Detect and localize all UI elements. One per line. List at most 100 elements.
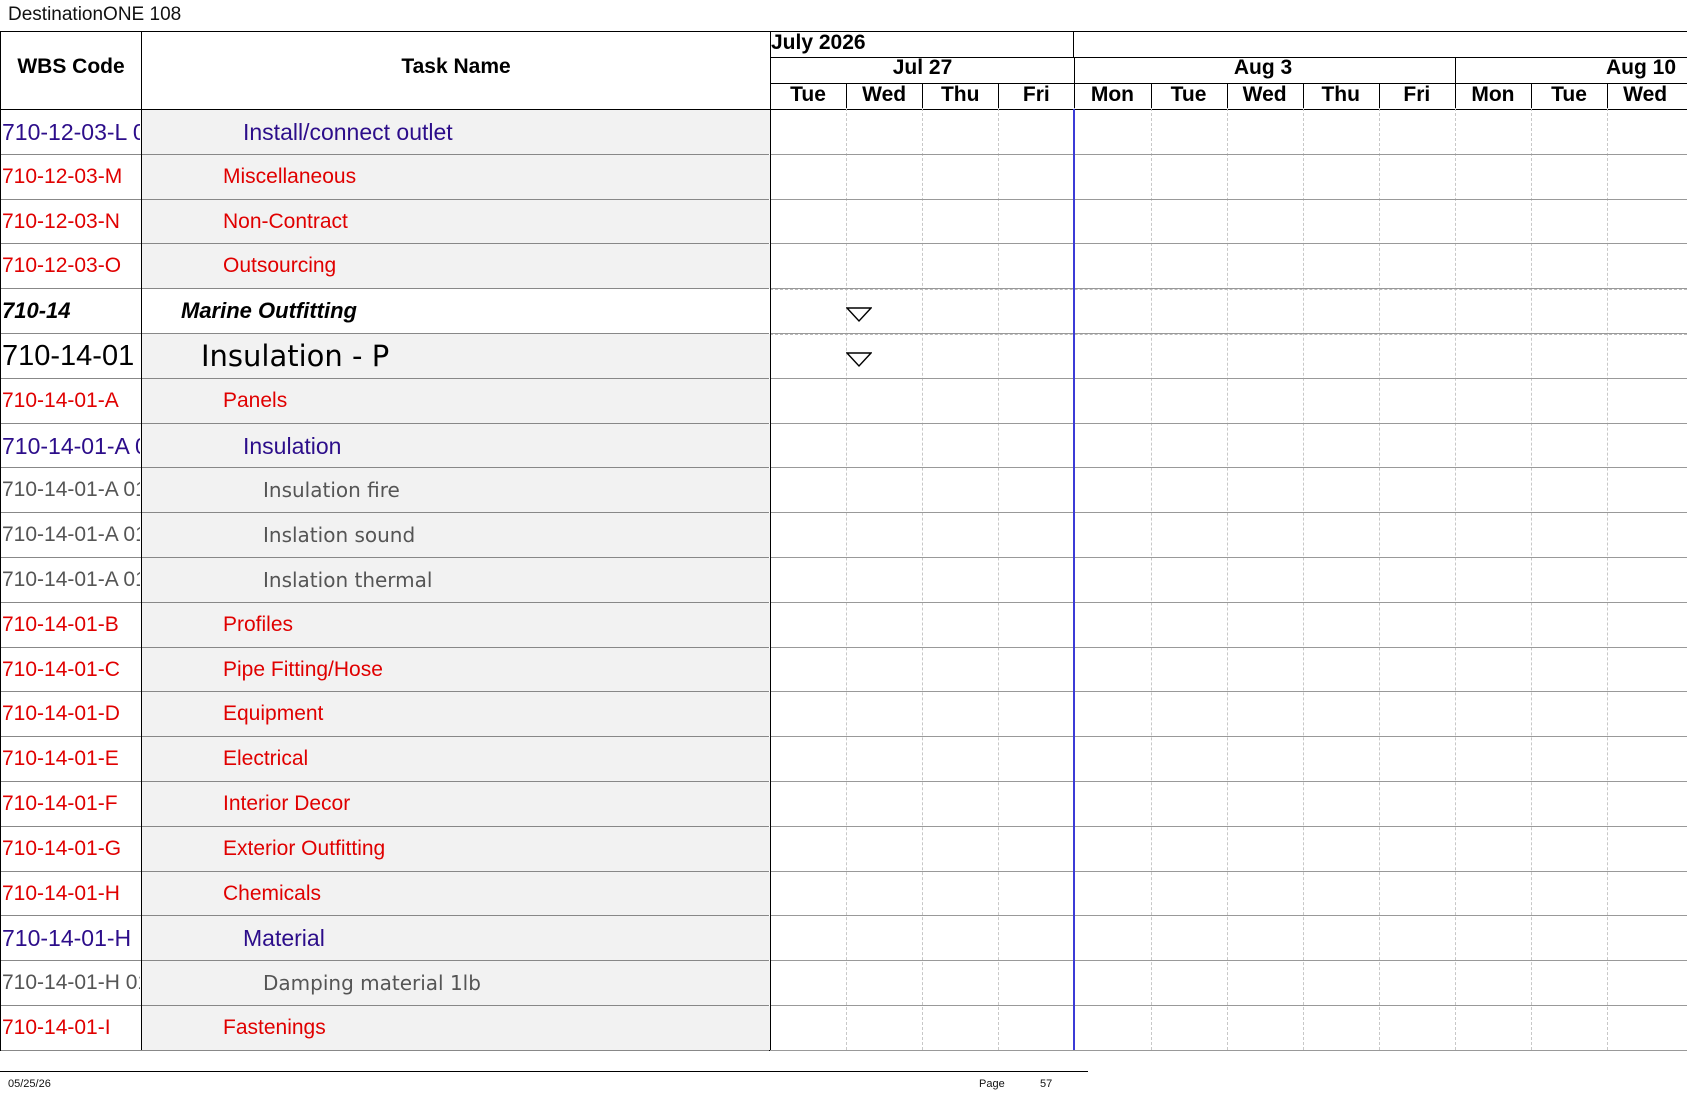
wbs-code: 710-14	[2, 298, 71, 324]
gantt-row	[770, 244, 1687, 290]
table-row[interactable]: 710-14-01-H Material	[1, 916, 770, 962]
table-row[interactable]: 710-14-01-H Chemicals	[1, 871, 770, 917]
week-label-aug10: Aug 10	[1605, 56, 1676, 79]
wbs-code: 710-12-03-O	[2, 254, 122, 278]
task-name: Profiles	[223, 612, 294, 636]
table-row[interactable]: 710-12-03-L 0 Install/connect outlet	[1, 110, 770, 155]
week-label-jul27: Jul 27	[892, 56, 953, 79]
day-header-divider	[1226, 84, 1228, 109]
task-name: Marine Outfitting	[181, 298, 357, 324]
day-label: Tue	[1551, 83, 1587, 106]
wbs-code: 710-14-01-A 01	[2, 478, 140, 502]
gantt-row	[770, 424, 1687, 469]
day-header-divider	[1531, 84, 1532, 109]
task-name: Panels	[223, 388, 288, 412]
task-name: Electrical	[223, 747, 309, 771]
wbs-code: 710-14-01-A 01	[2, 523, 140, 547]
task-name: Material	[243, 925, 325, 952]
table-row[interactable]: 710-14-01-B Profiles	[1, 602, 770, 648]
day-header-divider	[998, 84, 1000, 109]
day-header-divider	[1607, 84, 1609, 109]
task-cell	[142, 558, 770, 602]
task-name: Damping material 1lb	[263, 971, 481, 996]
task-column-header[interactable]: Task Name	[142, 55, 770, 79]
day-header-divider	[1302, 84, 1304, 109]
day-label: Tue	[1170, 83, 1207, 106]
table-row[interactable]: 710-14-01-E Electrical	[1, 737, 770, 782]
table-row[interactable]: 710-14-01 Insulation - P	[1, 334, 770, 379]
month-label: July 2026	[771, 31, 866, 54]
footer-date: 05/25/26	[8, 1078, 51, 1090]
wbs-code: 710-12-03-L 0	[2, 119, 140, 145]
day-header-divider	[922, 84, 924, 109]
month-divider	[771, 57, 1687, 58]
day-header-divider	[1378, 84, 1380, 109]
footer-rule	[0, 1071, 1088, 1072]
wbs-task-divider	[141, 31, 142, 1050]
task-cell	[142, 423, 770, 468]
task-name: Insulation fire	[263, 478, 400, 503]
table-row[interactable]: 710-14-01-F Interior Decor	[1, 782, 770, 827]
gantt-row	[770, 782, 1687, 827]
task-name: Chemicals	[223, 881, 322, 905]
wbs-code: 710-14-01-H 01	[2, 971, 140, 995]
wbs-code: 710-14-01-C	[2, 657, 120, 681]
day-label: Thu	[940, 83, 980, 106]
task-cell	[142, 468, 770, 513]
wbs-code: 710-14-01	[2, 340, 135, 372]
table-row[interactable]: 710-12-03-O Outsourcing	[1, 244, 770, 290]
gantt-row	[770, 916, 1687, 962]
task-name: Non-Contract	[223, 209, 348, 233]
gantt-row	[770, 603, 1687, 648]
task-name: Insulation - P	[201, 339, 390, 373]
task-name: Inslation sound	[263, 523, 416, 548]
task-name: Fastenings	[223, 1016, 326, 1039]
table-row[interactable]: 710-14-01-G Exterior Outfitting	[1, 826, 770, 872]
gantt-row	[770, 200, 1687, 245]
wbs-code: 710-14-01-A	[2, 388, 119, 412]
footer-page-number: 57	[1040, 1078, 1053, 1090]
table-row[interactable]: 710-14-01-C Pipe Fitting/Hose	[1, 647, 770, 693]
wbs-code: 710-14-01-H	[2, 881, 120, 905]
table-row[interactable]: 710-12-03-M Miscellaneous	[1, 154, 770, 200]
table-row[interactable]: 710-14-01-A Panels	[1, 378, 770, 424]
gantt-row	[770, 737, 1687, 782]
table-row[interactable]: 710-14-01-A 0 Insulation	[1, 423, 770, 469]
wbs-code: 710-14-01-I	[2, 1016, 111, 1039]
gantt-row	[770, 334, 1687, 379]
gantt-row	[770, 648, 1687, 693]
table-row[interactable]: 710-14-01-A 01 Insulation fire	[1, 468, 770, 514]
table-row[interactable]: 710-14-01-A 01 Inslation thermal	[1, 558, 770, 603]
gantt-row	[770, 827, 1687, 872]
gantt-row	[770, 289, 1687, 334]
wbs-code: 710-14-01-F	[2, 792, 118, 815]
day-label: Thu	[1321, 83, 1360, 106]
month-week-divider	[1073, 31, 1074, 58]
today-line	[1073, 109, 1075, 1050]
wbs-column-header[interactable]: WBS Code	[1, 55, 141, 79]
table-row[interactable]: 710-14-01-A 01 Inslation sound	[1, 513, 770, 558]
task-cell	[142, 916, 770, 961]
task-cell	[142, 110, 770, 154]
table-row[interactable]: 710-14 Marine Outfitting	[1, 289, 770, 334]
wbs-code: 710-14-01-E	[2, 747, 119, 771]
gantt-row	[770, 558, 1687, 603]
wbs-code: 710-14-01-H	[2, 925, 132, 952]
wbs-code: 710-14-01-D	[2, 702, 120, 726]
wbs-code: 710-14-01-B	[2, 612, 119, 636]
table-row[interactable]: 710-14-01-H 01 Damping material 1lb	[1, 961, 770, 1006]
day-header-divider	[846, 84, 848, 109]
gantt-row	[770, 1006, 1687, 1051]
table-row[interactable]: 710-12-03-N Non-Contract	[1, 199, 770, 245]
task-cell	[142, 513, 770, 557]
table-row[interactable]: 710-14-01-D Equipment	[1, 692, 770, 738]
day-label: Tue	[790, 83, 826, 106]
day-header-divider	[1150, 84, 1152, 109]
table-row[interactable]: 710-14-01-I Fastenings	[1, 1006, 770, 1051]
day-label: Wed	[862, 83, 907, 106]
task-name: Inslation thermal	[263, 568, 433, 592]
document-title: DestinationONE 108	[8, 4, 182, 25]
task-name: Install/connect outlet	[243, 119, 453, 145]
day-label: Wed	[1242, 83, 1287, 106]
task-name: Pipe Fitting/Hose	[223, 657, 383, 681]
